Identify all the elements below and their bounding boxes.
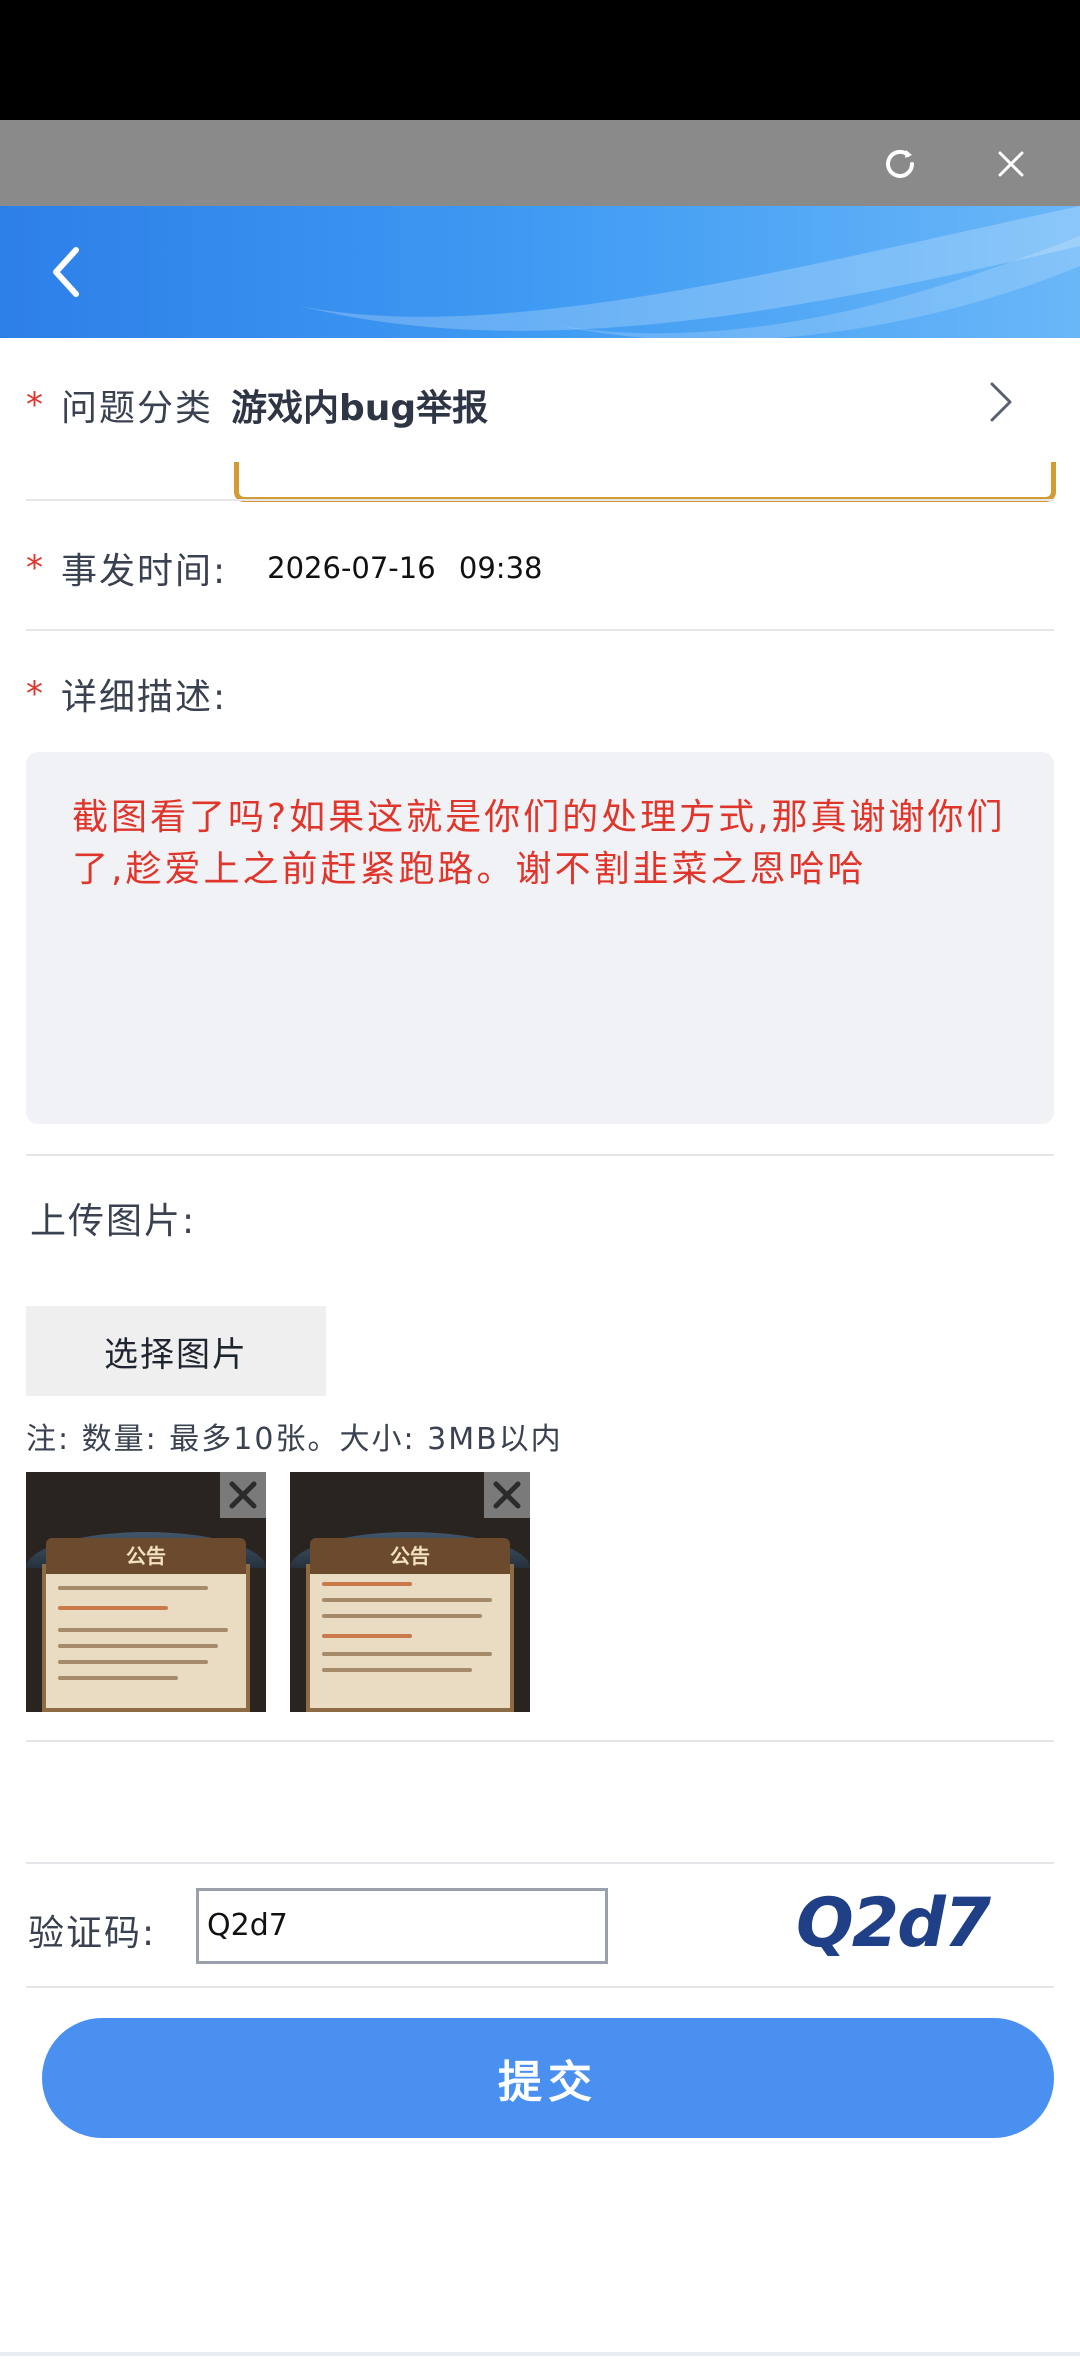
- submit-button[interactable]: 提交: [42, 2018, 1054, 2138]
- notice-title: 公告: [310, 1538, 510, 1574]
- time-row[interactable]: * 事发时间: 2026-07-16 09:38: [26, 535, 1054, 601]
- divider: [26, 1740, 1054, 1742]
- back-chevron-icon[interactable]: [36, 242, 96, 302]
- captcha-row: 验证码: Q2d7 Q2d7: [26, 1862, 1054, 1988]
- bottom-divider: [0, 2352, 1080, 2356]
- required-mark: *: [26, 674, 43, 714]
- text-line: [58, 1644, 218, 1648]
- captcha-image[interactable]: Q2d7: [796, 1884, 991, 1963]
- remove-image-icon[interactable]: [484, 1472, 530, 1518]
- time-label: 事发时间:: [61, 551, 228, 592]
- text-line: [58, 1628, 228, 1632]
- status-bar: [0, 0, 1080, 120]
- text-line: [322, 1614, 482, 1618]
- header-decoration: [300, 206, 1080, 338]
- text-line: [58, 1676, 178, 1680]
- webview-toolbar: [0, 120, 1080, 206]
- uploaded-image-thumbnail[interactable]: 公告: [290, 1472, 530, 1712]
- time-value: 2026-07-16 09:38: [267, 551, 543, 585]
- category-label: 问题分类: [61, 388, 214, 429]
- category-dropdown-edge: [234, 462, 1056, 502]
- captcha-label: 验证码:: [28, 1913, 157, 1954]
- uploaded-image-thumbnail[interactable]: 公告: [26, 1472, 266, 1712]
- text-line: [322, 1598, 492, 1602]
- text-line: [58, 1606, 168, 1610]
- description-row: * 详细描述:: [26, 664, 1054, 724]
- category-value: 游戏内bug举报: [231, 388, 489, 429]
- notice-board: 公告: [42, 1538, 250, 1712]
- text-line: [58, 1660, 208, 1664]
- page-header: [0, 206, 1080, 338]
- upload-note: 注: 数量: 最多10张。大小: 3MB以内: [26, 1422, 563, 1457]
- captcha-input[interactable]: Q2d7: [196, 1888, 608, 1964]
- chevron-right-icon: [988, 380, 1014, 428]
- required-mark: *: [26, 548, 43, 588]
- description-label: 详细描述:: [61, 677, 228, 718]
- remove-image-icon[interactable]: [220, 1472, 266, 1518]
- choose-image-button[interactable]: 选择图片: [26, 1306, 326, 1396]
- category-row[interactable]: * 问题分类 游戏内bug举报: [26, 370, 1054, 440]
- description-textarea[interactable]: 截图看了吗?如果这就是你们的处理方式,那真谢谢你们了,趁爱上之前赶紧跑路。谢不割…: [26, 752, 1054, 1124]
- notice-board: 公告: [306, 1538, 514, 1712]
- refresh-icon[interactable]: [874, 138, 926, 190]
- divider: [26, 499, 1054, 501]
- text-line: [322, 1582, 412, 1586]
- close-icon[interactable]: [985, 138, 1037, 190]
- text-line: [322, 1668, 472, 1672]
- text-line: [322, 1652, 492, 1656]
- required-mark: *: [26, 385, 43, 425]
- divider: [26, 629, 1054, 631]
- text-line: [58, 1586, 208, 1590]
- divider: [26, 1154, 1054, 1156]
- upload-label: 上传图片:: [30, 1201, 197, 1242]
- notice-title: 公告: [46, 1538, 246, 1574]
- text-line: [322, 1634, 412, 1638]
